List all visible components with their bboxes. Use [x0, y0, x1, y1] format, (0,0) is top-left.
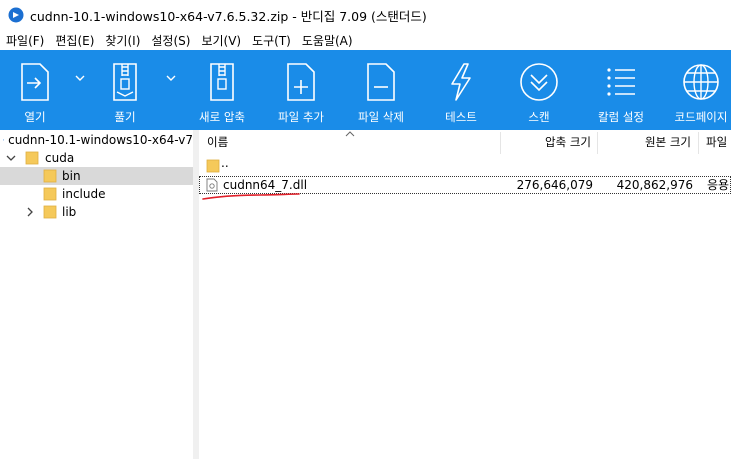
tree-item-bin[interactable]: bin: [0, 167, 193, 185]
extract-dropdown-icon[interactable]: [165, 72, 177, 84]
bandizip-app-icon: [8, 7, 24, 23]
scan-label: 스캔: [528, 110, 550, 124]
codepage-button[interactable]: 코드페이지: [670, 50, 731, 130]
new-archive-icon: [210, 63, 234, 101]
new-archive-label: 새로 압축: [199, 110, 245, 124]
test-button[interactable]: 테스트: [438, 50, 484, 130]
file-list: 이름 압축 크기 원본 크기 파일 .. cudnn64_7.dll 276,6…: [199, 130, 731, 459]
delete-file-button[interactable]: 파일 삭제: [352, 50, 410, 130]
new-archive-button[interactable]: 새로 압축: [192, 50, 252, 130]
globe-icon: [683, 64, 719, 100]
file-packed-size: 276,646,079: [516, 178, 593, 192]
shield-icon: [520, 63, 558, 101]
tree-item-root[interactable]: ZIP cudnn-10.1-windows10-x64-v7: [0, 131, 193, 149]
open-label: 열기: [24, 110, 46, 124]
menu-tools[interactable]: 도구(T): [246, 32, 296, 49]
test-label: 테스트: [445, 110, 477, 124]
tree-item-lib[interactable]: lib: [0, 203, 193, 221]
column-name-label: 이름: [207, 135, 229, 149]
menu-help[interactable]: 도움말(A): [296, 32, 358, 49]
title-bar: cudnn-10.1-windows10-x64-v7.6.5.32.zip -…: [0, 0, 731, 30]
lightning-icon: [451, 63, 471, 101]
list-icon: [607, 68, 635, 96]
column-header-packed[interactable]: 압축 크기: [501, 130, 595, 154]
dll-file-icon: [206, 178, 218, 192]
add-file-icon: [287, 63, 315, 101]
column-header-type[interactable]: 파일: [699, 130, 731, 154]
menu-bar: 파일(F) 편집(E) 찾기(I) 설정(S) 보기(V) 도구(T) 도움말(…: [0, 30, 731, 50]
tree-item-include[interactable]: include: [0, 185, 193, 203]
folder-icon: [43, 205, 57, 219]
add-file-label: 파일 추가: [278, 110, 324, 124]
scan-button[interactable]: 스캔: [514, 50, 564, 130]
toolbar: 열기 풀기 새로 압축 파일 추가 파일 삭제 테스트 스캔 칼럼 설정 코드페…: [0, 50, 731, 130]
table-row-parent[interactable]: ..: [199, 156, 731, 175]
extract-label: 풀기: [114, 110, 136, 124]
tree-root-label: cudnn-10.1-windows10-x64-v7: [8, 133, 193, 147]
chevron-down-icon[interactable]: [6, 153, 16, 163]
sort-ascending-icon: [345, 131, 355, 137]
folder-icon: [206, 159, 220, 173]
file-original-size: 420,862,976: [616, 178, 693, 192]
codepage-label: 코드페이지: [674, 110, 728, 124]
menu-view[interactable]: 보기(V): [195, 32, 246, 49]
file-type: 응용: [707, 178, 730, 192]
column-original-label: 원본 크기: [645, 135, 691, 149]
open-icon: [21, 63, 49, 101]
folder-icon: [25, 151, 39, 165]
red-underline-annotation: [202, 193, 300, 200]
menu-settings[interactable]: 설정(S): [145, 32, 195, 49]
column-packed-label: 압축 크기: [545, 135, 591, 149]
folder-icon: [43, 169, 57, 183]
column-settings-button[interactable]: 칼럼 설정: [592, 50, 650, 130]
zip-archive-icon: ZIP: [3, 139, 4, 141]
folder-icon: [43, 187, 57, 201]
tree-cuda-label: cuda: [45, 151, 75, 165]
column-type-label: 파일: [706, 135, 728, 149]
menu-file[interactable]: 파일(F): [0, 32, 49, 49]
menu-edit[interactable]: 편집(E): [49, 32, 99, 49]
column-header-original[interactable]: 원본 크기: [598, 130, 695, 154]
delete-file-label: 파일 삭제: [358, 110, 404, 124]
tree-item-cuda[interactable]: cuda: [0, 149, 193, 167]
menu-find[interactable]: 찾기(I): [99, 32, 145, 49]
tree-lib-label: lib: [62, 205, 77, 219]
open-button[interactable]: 열기: [12, 50, 58, 130]
extract-button[interactable]: 풀기: [102, 50, 148, 130]
window-title: cudnn-10.1-windows10-x64-v7.6.5.32.zip -…: [30, 8, 427, 24]
tree-include-label: include: [62, 187, 106, 201]
folder-tree: ZIP cudnn-10.1-windows10-x64-v7 cuda bin…: [0, 130, 193, 459]
extract-icon: [113, 63, 137, 101]
open-dropdown-icon[interactable]: [74, 72, 86, 84]
column-settings-label: 칼럼 설정: [598, 110, 644, 124]
tree-bin-label: bin: [62, 169, 81, 183]
add-file-button[interactable]: 파일 추가: [272, 50, 330, 130]
file-name: ..: [221, 156, 229, 170]
delete-file-icon: [367, 63, 395, 101]
chevron-right-icon[interactable]: [25, 207, 35, 217]
